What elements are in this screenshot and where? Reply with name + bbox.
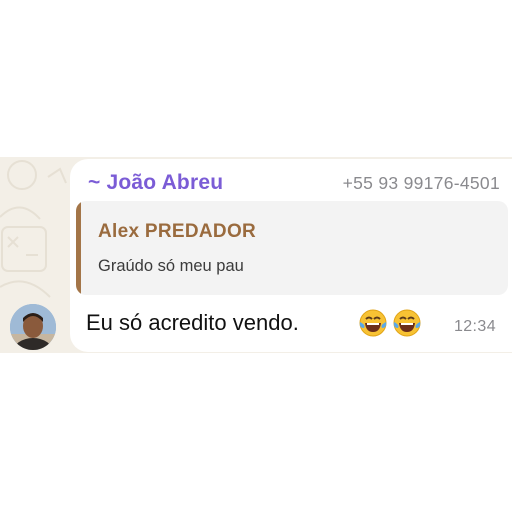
laughing-tears-emoji-icon — [359, 309, 387, 337]
message-bubble[interactable]: ~ João Abreu +55 93 99176-4501 Alex PRED… — [70, 159, 512, 352]
contact-avatar-icon — [10, 304, 56, 350]
quoted-message[interactable]: Alex PREDADOR Graúdo só meu pau — [76, 201, 508, 295]
quoted-text: Graúdo só meu pau — [98, 257, 244, 275]
laughing-tears-emoji-icon — [393, 309, 421, 337]
emoji-group — [358, 308, 422, 338]
message-timestamp: 12:34 — [453, 318, 496, 335]
avatar[interactable] — [10, 304, 56, 350]
message-row: Eu só acredito vendo. 12:34 — [86, 307, 498, 339]
quote-accent-bar — [76, 201, 81, 295]
sender-phone[interactable]: +55 93 99176-4501 — [343, 173, 500, 194]
sender-name[interactable]: ~ João Abreu — [88, 171, 223, 195]
quoted-author: Alex PREDADOR — [98, 221, 257, 242]
message-text: Eu só acredito vendo. — [86, 310, 299, 335]
sender-row: ~ João Abreu +55 93 99176-4501 — [88, 168, 500, 198]
